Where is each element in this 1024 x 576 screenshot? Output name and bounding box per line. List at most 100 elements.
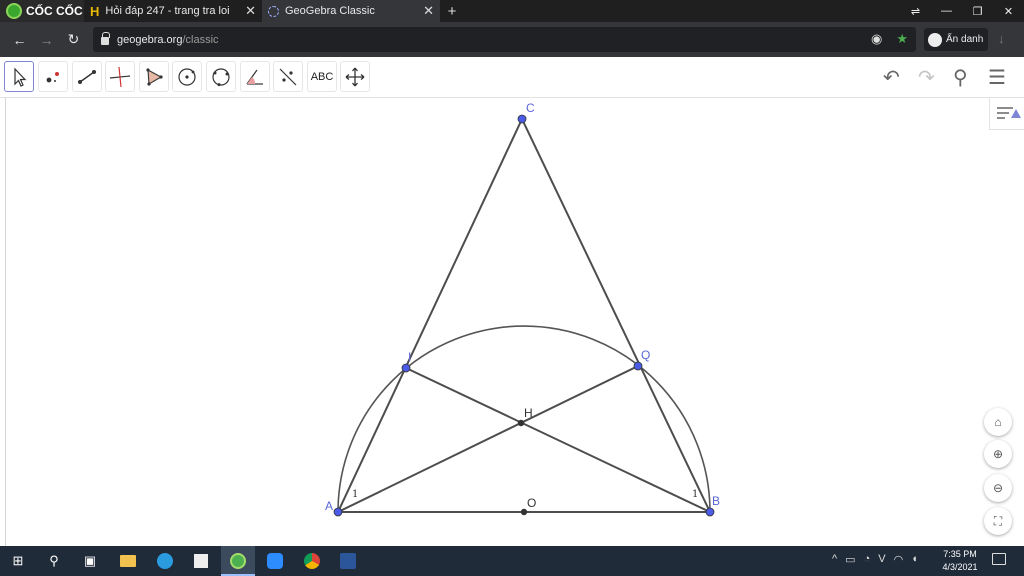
polygon-icon [146,67,163,86]
perpendicular-line-tool[interactable] [105,61,135,92]
angle-tool[interactable] [240,61,270,92]
point-tool[interactable] [38,61,68,92]
geogebra-icon [268,5,279,17]
point-a[interactable] [333,507,343,517]
coccoc-taskbar-icon[interactable] [228,551,248,571]
segment-ac[interactable] [337,118,523,513]
restore-button[interactable]: ❐ [962,0,993,22]
geometry-canvas[interactable]: 1 1 C I Q H A B O [0,98,1024,546]
vpn-icon[interactable]: V [878,553,885,566]
network-icon[interactable]: ◔ [864,553,871,566]
home-view-button[interactable]: ⌂ [984,408,1012,436]
chrome-icon[interactable] [302,551,322,571]
brand-label: CỐC CỐC [26,4,83,18]
segment-bc[interactable] [521,118,711,513]
coccoc-brand[interactable]: CỐC CỐC [0,0,84,22]
style-bar-icon [997,107,1021,119]
point-q[interactable] [633,361,643,371]
file-explorer-icon[interactable] [118,551,138,571]
battery-icon[interactable]: ▭ [845,553,855,566]
window-close-button[interactable]: ✕ [993,0,1024,22]
store-icon[interactable] [191,551,211,571]
style-bar-toggle[interactable] [989,98,1024,130]
new-tab-button[interactable]: + [440,0,464,22]
word-icon[interactable] [338,551,358,571]
forward-button[interactable]: → [33,32,60,48]
point-c[interactable] [517,114,527,124]
taskbar-search-icon[interactable]: ⚲ [44,551,64,571]
incognito-badge[interactable]: Ẩn danh [924,28,988,51]
fullscreen-icon: ⛶ [993,513,1003,528]
undo-icon[interactable]: ↶ [883,65,900,90]
label-c: C [526,101,535,115]
task-view-icon[interactable]: ▣ [80,551,100,571]
label-q: Q [641,348,650,362]
eye-slash-icon[interactable]: ◉ [871,31,882,47]
label-h: H [524,406,533,420]
text-tool-label: ABC [310,70,334,83]
geogebra-toolbar: ABC ↶ ↷ ⚲ ☰ [0,57,1024,98]
system-tray: ^ ▭ ◔ V ◠ ◖ [832,553,918,566]
address-bar: ← → ↻ geogebra.org/classic ◉ ★ Ẩn danh ↓ [0,22,1024,57]
incognito-label: Ẩn danh [946,34,984,45]
zoom-in-icon: ⊕ [992,447,1004,461]
perpendicular-icon [109,66,131,87]
taskbar-clock[interactable]: 7:35 PM 4/3/2021 [934,548,986,574]
segment-tool[interactable] [72,61,102,92]
polygon-tool[interactable] [139,61,169,92]
omnibox-icons: ◉ ★ [871,31,908,47]
reflect-tool[interactable] [273,61,303,92]
zoom-in-button[interactable]: ⊕ [984,440,1012,468]
move-graphics-tool[interactable] [340,61,370,92]
fullscreen-button[interactable]: ⛶ [984,507,1012,535]
close-icon[interactable]: ✕ [423,3,434,19]
label-i: I [408,350,411,364]
tab-geogebra[interactable]: GeoGebra Classic ✕ [262,0,440,22]
label-o: O [527,496,536,510]
chevron-up-icon[interactable]: ^ [832,553,837,566]
windows-taskbar: ⊞ ⚲ ▣ ^ ▭ ◔ V ◠ ◖ 7:35 PM 4/3/2021 [0,546,1024,576]
incognito-icon [928,32,942,47]
graphics-view[interactable]: 1 1 C I Q H A B O [0,98,1024,546]
clock-time: 7:35 PM [943,549,977,559]
point-h[interactable] [517,419,525,427]
coccoc-logo-icon [6,3,22,19]
zoom-app-icon[interactable] [265,551,285,571]
close-icon[interactable]: ✕ [245,3,256,19]
windows-start-icon[interactable]: ⊞ [8,551,28,571]
tab-hoidap[interactable]: H Hỏi đáp 247 - trang tra loi ✕ [84,0,262,22]
bookmark-star-icon[interactable]: ★ [896,31,908,47]
reload-button[interactable]: ↻ [60,31,87,48]
circle-center-tool[interactable] [172,61,202,92]
point-b[interactable] [705,507,715,517]
notification-icon[interactable] [992,553,1006,565]
zoom-out-button[interactable]: ⊖ [984,474,1012,502]
volume-icon[interactable]: ◖ [911,553,918,566]
edge-icon[interactable] [155,551,175,571]
zoom-out-icon: ⊖ [992,481,1004,495]
tab-search-icon[interactable]: ⇌ [900,0,931,22]
lock-icon [101,31,110,45]
algebra-view-divider[interactable] [5,98,6,546]
menu-icon[interactable]: ☰ [988,65,1006,90]
circle-icon [178,67,196,86]
home-icon: ⌂ [994,415,1002,429]
text-tool[interactable]: ABC [307,61,337,92]
redo-icon[interactable]: ↷ [918,65,935,90]
minimize-button[interactable]: — [931,0,962,22]
label-b: B [712,494,720,508]
search-icon[interactable]: ⚲ [953,65,968,90]
angle-icon [246,69,263,85]
segment-aq[interactable] [337,365,639,513]
move-tool[interactable] [4,61,34,92]
wifi-icon[interactable]: ◠ [894,553,904,566]
circle-three-points-icon [212,67,230,86]
cursor-icon [14,67,27,87]
point-icon [46,71,59,82]
url-text: geogebra.org/classic [117,33,219,46]
url-field[interactable]: geogebra.org/classic ◉ ★ [93,27,916,52]
back-button[interactable]: ← [6,32,33,48]
circle-three-points-tool[interactable] [206,61,236,92]
download-icon[interactable]: ↓ [998,31,1005,46]
point-i[interactable] [401,363,411,373]
